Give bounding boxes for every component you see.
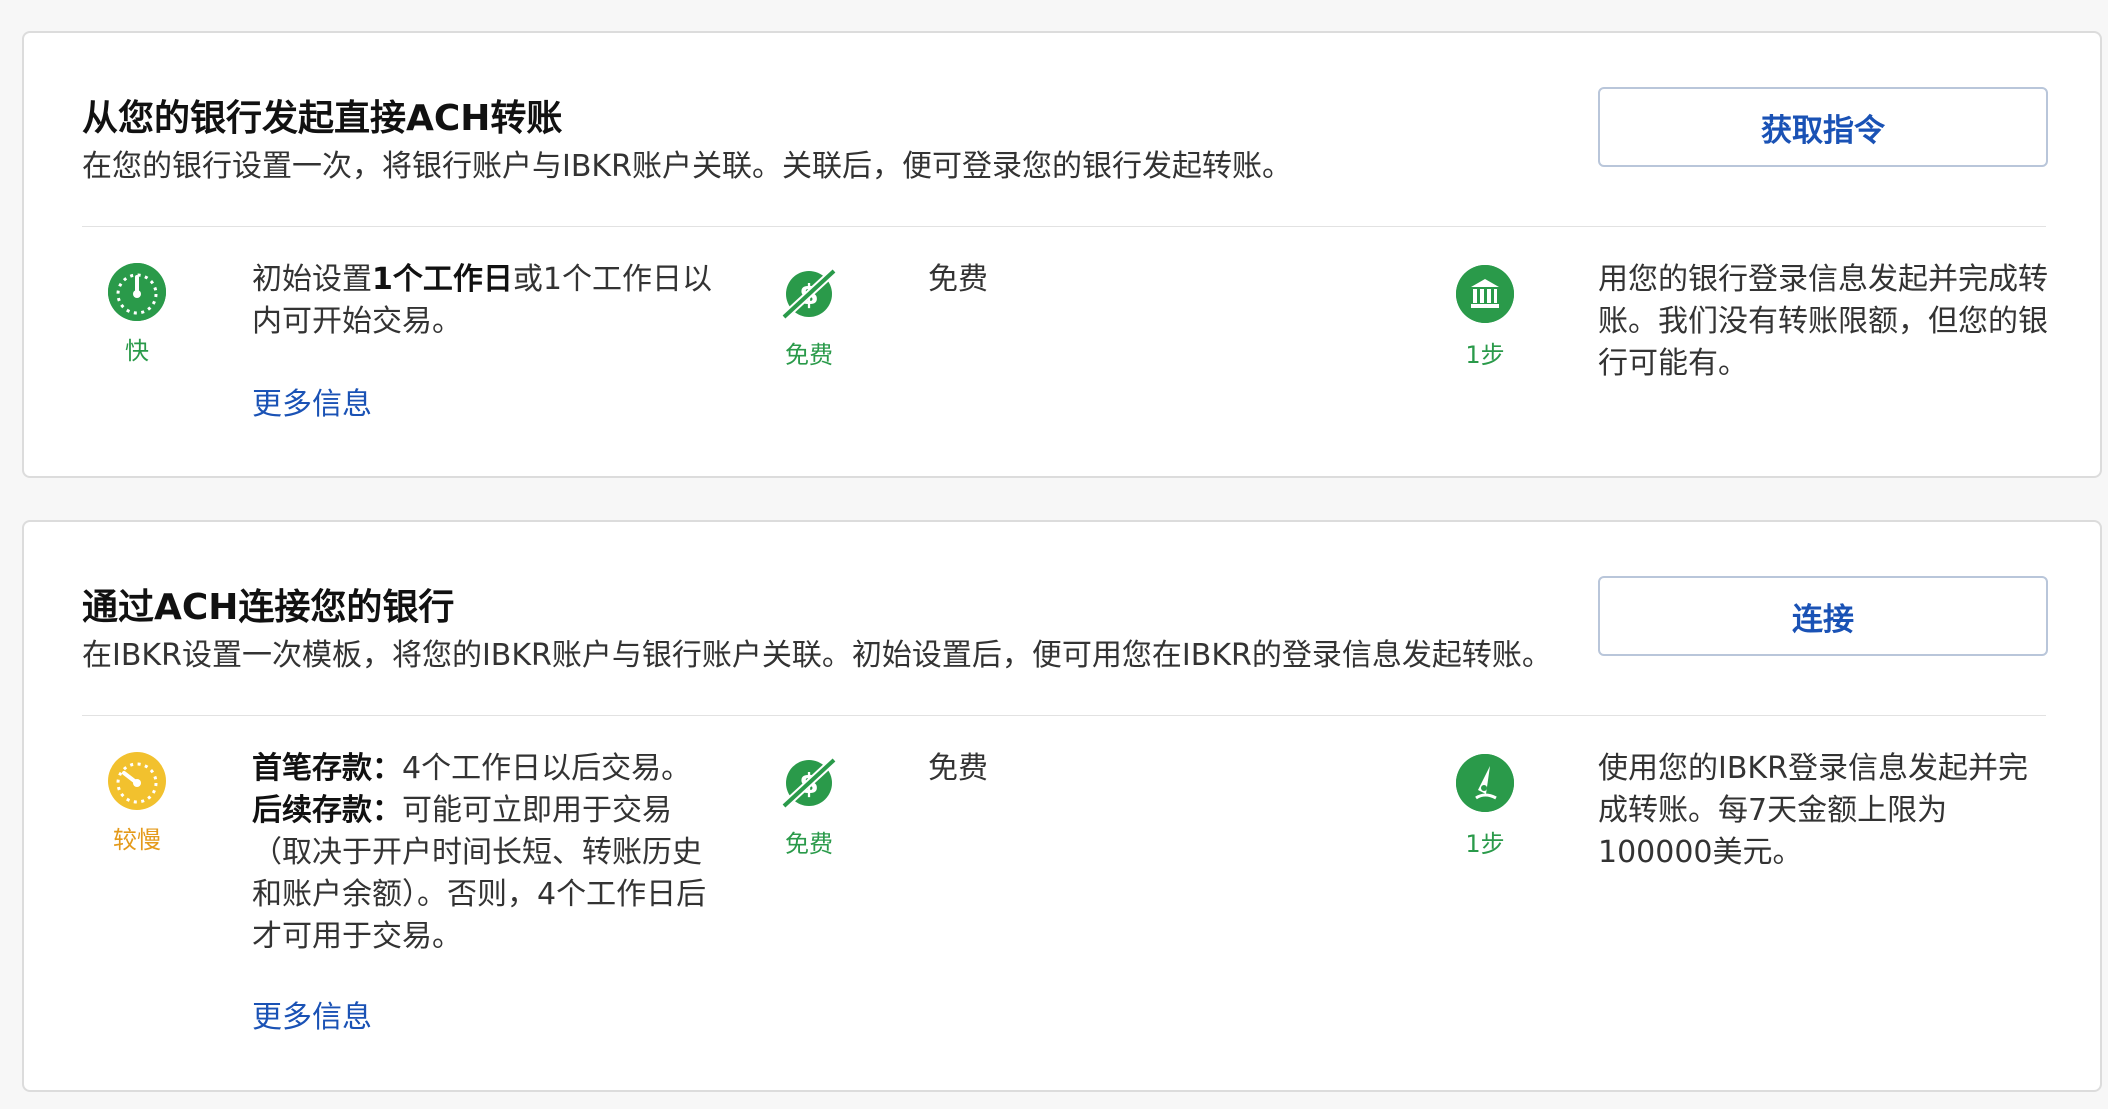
divider bbox=[82, 715, 2046, 716]
no-fee-icon: $ bbox=[780, 265, 838, 323]
bank-icon bbox=[1456, 265, 1514, 323]
page: 从您的银行发起直接ACH转账 在您的银行设置一次，将银行账户与IBKR账户关联。… bbox=[0, 0, 2108, 1109]
get-instructions-button[interactable]: 获取指令 bbox=[1598, 87, 2048, 167]
sign-pen-icon bbox=[1456, 754, 1514, 812]
cost-label: 免费 bbox=[785, 830, 833, 858]
more-info-link[interactable]: 更多信息 bbox=[252, 992, 372, 1036]
steps-text: 用您的银行登录信息发起并完成转账。我们没有转账限额，但您的银行可能有。 bbox=[1598, 262, 2048, 381]
cost-text: 免费 bbox=[928, 262, 988, 297]
more-info-link[interactable]: 更多信息 bbox=[252, 379, 372, 423]
no-fee-icon: $ bbox=[780, 754, 838, 812]
speedometer-slow-icon bbox=[108, 752, 166, 810]
card-title: 从您的银行发起直接ACH转账 bbox=[82, 98, 563, 139]
speed-label: 快 bbox=[125, 337, 149, 365]
card-connect-ach: 通过ACH连接您的银行 在IBKR设置一次模板，将您的IBKR账户与银行账户关联… bbox=[22, 520, 2102, 1092]
speed-label: 较慢 bbox=[113, 826, 161, 854]
card-description: 在IBKR设置一次模板，将您的IBKR账户与银行账户关联。初始设置后，便可用您在… bbox=[82, 638, 1552, 673]
divider bbox=[82, 226, 2046, 227]
card-title: 通过ACH连接您的银行 bbox=[82, 587, 455, 628]
connect-button[interactable]: 连接 bbox=[1598, 576, 2048, 656]
steps-label: 1步 bbox=[1465, 341, 1505, 369]
speed-text: 初始设置1个工作日或1个工作日以内可开始交易。 bbox=[252, 262, 712, 339]
speed-text: 首笔存款：4个工作日以后交易。 后续存款：可能可立即用于交易（取决于开户时间长短、… bbox=[252, 751, 707, 954]
cost-text: 免费 bbox=[928, 751, 988, 786]
steps-label: 1步 bbox=[1465, 830, 1505, 858]
cost-label: 免费 bbox=[785, 341, 833, 369]
steps-text: 使用您的IBKR登录信息发起并完成转账。每7天金额上限为100000美元。 bbox=[1598, 751, 2028, 870]
speedometer-fast-icon bbox=[108, 263, 166, 321]
card-direct-ach: 从您的银行发起直接ACH转账 在您的银行设置一次，将银行账户与IBKR账户关联。… bbox=[22, 31, 2102, 478]
card-description: 在您的银行设置一次，将银行账户与IBKR账户关联。关联后，便可登录您的银行发起转… bbox=[82, 149, 1292, 184]
